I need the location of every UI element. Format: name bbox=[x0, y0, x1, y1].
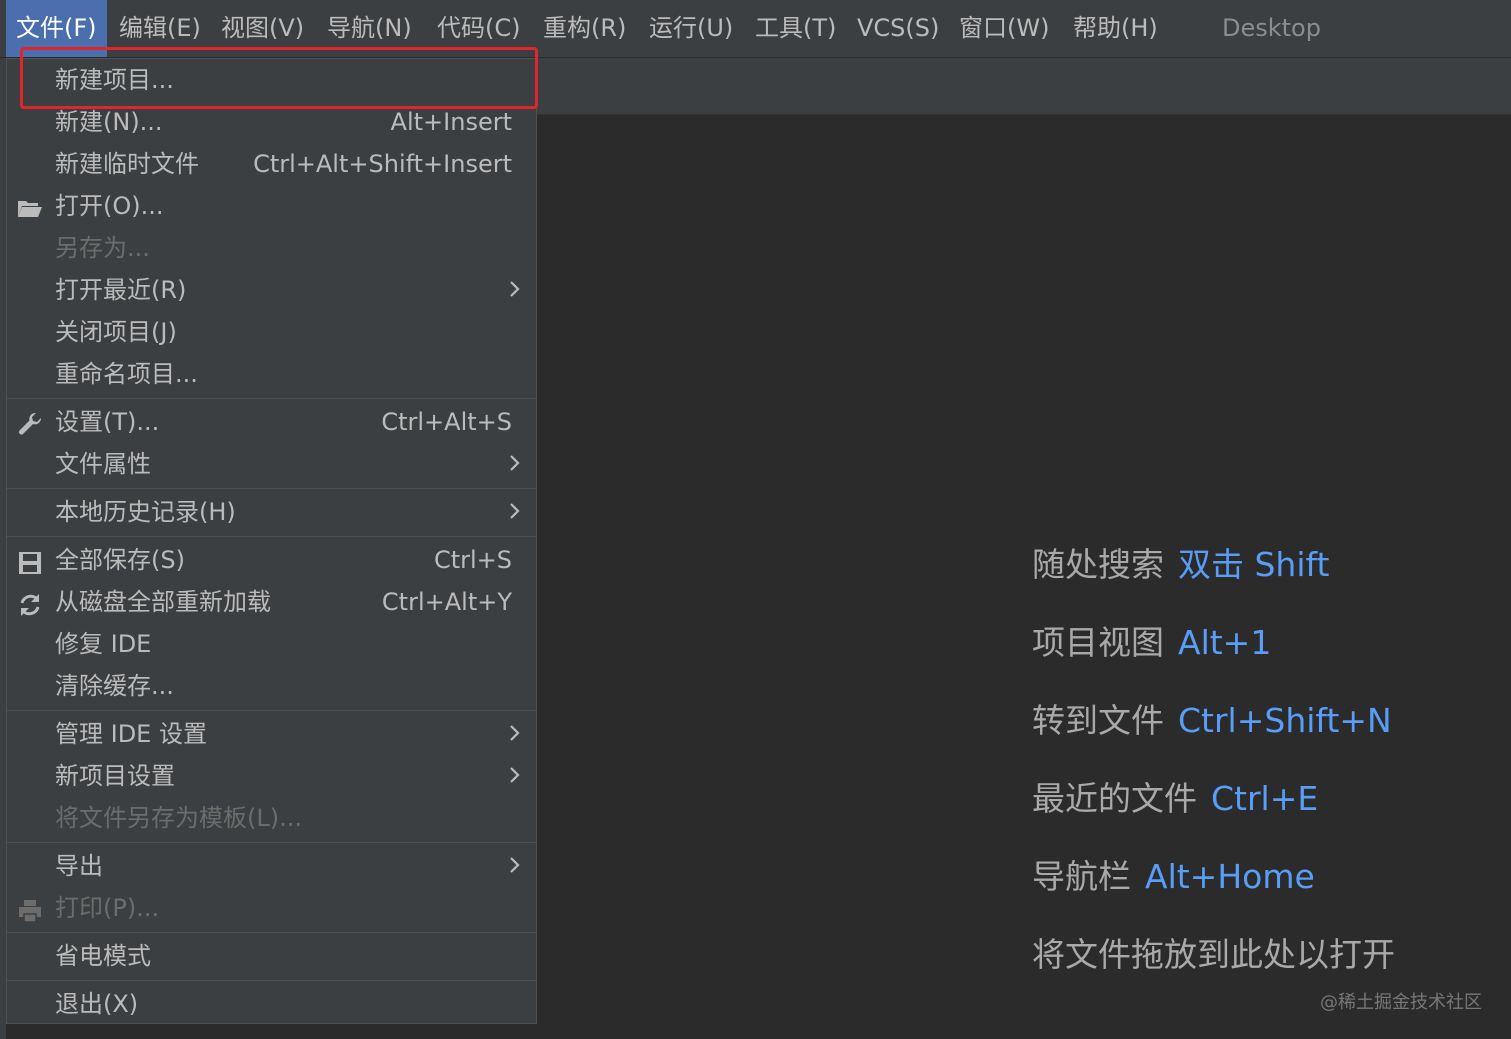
menu-item-label: 设置(T)... bbox=[55, 408, 160, 436]
menu-separator bbox=[7, 536, 536, 537]
menu-item-settings[interactable]: 设置(T)... Ctrl+Alt+S bbox=[7, 401, 536, 443]
hint-shortcut: Ctrl+E bbox=[1211, 779, 1319, 818]
menu-item-label: 全部保存(S) bbox=[55, 546, 185, 574]
menu-item-label: 打开(O)... bbox=[55, 192, 164, 220]
chevron-right-icon bbox=[508, 713, 522, 755]
hint-navigation-bar: 导航栏 Alt+Home bbox=[1032, 850, 1315, 898]
menu-item-label: 本地历史记录(H) bbox=[55, 498, 236, 526]
chevron-right-icon bbox=[508, 755, 522, 797]
menu-separator bbox=[7, 488, 536, 489]
menu-item-local-history[interactable]: 本地历史记录(H) bbox=[7, 491, 536, 533]
hint-recent-files: 最近的文件 Ctrl+E bbox=[1032, 772, 1318, 820]
menu-item-new-scratch-file[interactable]: 新建临时文件 Ctrl+Alt+Shift+Insert bbox=[7, 143, 536, 185]
menu-vcs[interactable]: VCS(S) bbox=[857, 0, 939, 57]
menu-item-label: 打印(P)... bbox=[55, 894, 160, 922]
menu-item-label: 新项目设置 bbox=[55, 762, 175, 790]
menu-item-open[interactable]: 打开(O)... bbox=[7, 185, 536, 227]
menu-separator bbox=[7, 398, 536, 399]
menu-item-exit[interactable]: 退出(X) bbox=[7, 983, 536, 1025]
hint-go-to-file: 转到文件 Ctrl+Shift+N bbox=[1032, 694, 1392, 742]
hint-label: 项目视图 bbox=[1032, 623, 1164, 662]
menu-item-file-properties[interactable]: 文件属性 bbox=[7, 443, 536, 485]
menu-tools[interactable]: 工具(T) bbox=[755, 0, 836, 57]
menu-item-label: 新建临时文件 bbox=[55, 150, 199, 178]
menu-item-invalidate-caches[interactable]: 清除缓存... bbox=[7, 665, 536, 707]
menu-item-shortcut: Ctrl+Alt+S bbox=[381, 408, 512, 436]
hint-shortcut: Alt+Home bbox=[1145, 857, 1315, 896]
menu-window[interactable]: 窗口(W) bbox=[959, 0, 1049, 57]
hint-shortcut: 双击 Shift bbox=[1178, 545, 1330, 584]
hint-label: 转到文件 bbox=[1032, 701, 1164, 740]
file-menu-dropdown: 新建项目... 新建(N)... Alt+Insert 新建临时文件 Ctrl+… bbox=[6, 58, 537, 1024]
menu-item-label: 管理 IDE 设置 bbox=[55, 720, 207, 748]
menu-item-label: 修复 IDE bbox=[55, 630, 152, 658]
menu-item-label: 导出 bbox=[55, 852, 103, 880]
refresh-icon bbox=[17, 589, 43, 616]
menu-item-manage-ide-settings[interactable]: 管理 IDE 设置 bbox=[7, 713, 536, 755]
menu-item-label: 重命名项目... bbox=[55, 360, 198, 388]
watermark: @稀土掘金技术社区 bbox=[1320, 992, 1482, 1013]
menu-item-save-as: 另存为... bbox=[7, 227, 536, 269]
hint-label: 最近的文件 bbox=[1032, 779, 1197, 818]
menu-item-label: 打开最近(R) bbox=[55, 276, 187, 304]
window-title: Desktop bbox=[1222, 14, 1321, 42]
menu-separator bbox=[7, 980, 536, 981]
hint-project-view: 项目视图 Alt+1 bbox=[1032, 616, 1271, 664]
menu-item-reload-all[interactable]: 从磁盘全部重新加载 Ctrl+Alt+Y bbox=[7, 581, 536, 623]
menu-item-save-all[interactable]: 全部保存(S) Ctrl+S bbox=[7, 539, 536, 581]
menu-item-power-save-mode[interactable]: 省电模式 bbox=[7, 935, 536, 977]
folder-open-icon bbox=[17, 193, 43, 219]
hint-shortcut: Alt+1 bbox=[1178, 623, 1272, 662]
menu-item-label: 从磁盘全部重新加载 bbox=[55, 588, 271, 616]
menu-separator bbox=[7, 710, 536, 711]
highlight-annotation-box bbox=[20, 47, 538, 109]
wrench-icon bbox=[17, 409, 43, 435]
hint-label: 将文件拖放到此处以打开 bbox=[1032, 935, 1395, 974]
menu-item-label: 关闭项目(J) bbox=[55, 318, 177, 346]
menu-item-new-project-settings[interactable]: 新项目设置 bbox=[7, 755, 536, 797]
hint-drop-files: 将文件拖放到此处以打开 bbox=[1032, 928, 1395, 976]
menu-separator bbox=[7, 932, 536, 933]
menu-refactor[interactable]: 重构(R) bbox=[543, 0, 626, 57]
menu-item-print: 打印(P)... bbox=[7, 887, 536, 929]
hint-label: 随处搜索 bbox=[1032, 545, 1164, 584]
chevron-right-icon bbox=[508, 269, 522, 311]
menu-item-shortcut: Ctrl+Alt+Y bbox=[381, 588, 512, 616]
menu-item-label: 文件属性 bbox=[55, 450, 151, 478]
menu-item-close-project[interactable]: 关闭项目(J) bbox=[7, 311, 536, 353]
save-icon bbox=[17, 547, 43, 574]
menu-item-shortcut: Ctrl+Alt+Shift+Insert bbox=[253, 150, 512, 178]
menu-item-repair-ide[interactable]: 修复 IDE bbox=[7, 623, 536, 665]
hint-search-everywhere: 随处搜索 双击 Shift bbox=[1032, 538, 1330, 586]
hint-label: 导航栏 bbox=[1032, 857, 1131, 896]
chevron-right-icon bbox=[508, 443, 522, 485]
menu-item-rename-project[interactable]: 重命名项目... bbox=[7, 353, 536, 395]
menu-item-label: 将文件另存为模板(L)... bbox=[55, 804, 302, 832]
menu-item-label: 清除缓存... bbox=[55, 672, 174, 700]
chevron-right-icon bbox=[508, 491, 522, 533]
menu-item-save-as-template: 将文件另存为模板(L)... bbox=[7, 797, 536, 839]
menu-item-label: 另存为... bbox=[55, 234, 150, 262]
printer-icon bbox=[17, 895, 43, 923]
chevron-right-icon bbox=[508, 845, 522, 887]
menu-separator bbox=[7, 842, 536, 843]
menu-item-export[interactable]: 导出 bbox=[7, 845, 536, 887]
menu-item-label: 省电模式 bbox=[55, 942, 151, 970]
menu-run[interactable]: 运行(U) bbox=[649, 0, 733, 57]
menu-help[interactable]: 帮助(H) bbox=[1073, 0, 1158, 57]
menu-item-label: 退出(X) bbox=[55, 990, 139, 1018]
menu-item-shortcut: Ctrl+S bbox=[433, 546, 512, 574]
hint-shortcut: Ctrl+Shift+N bbox=[1178, 701, 1392, 740]
menu-item-open-recent[interactable]: 打开最近(R) bbox=[7, 269, 536, 311]
